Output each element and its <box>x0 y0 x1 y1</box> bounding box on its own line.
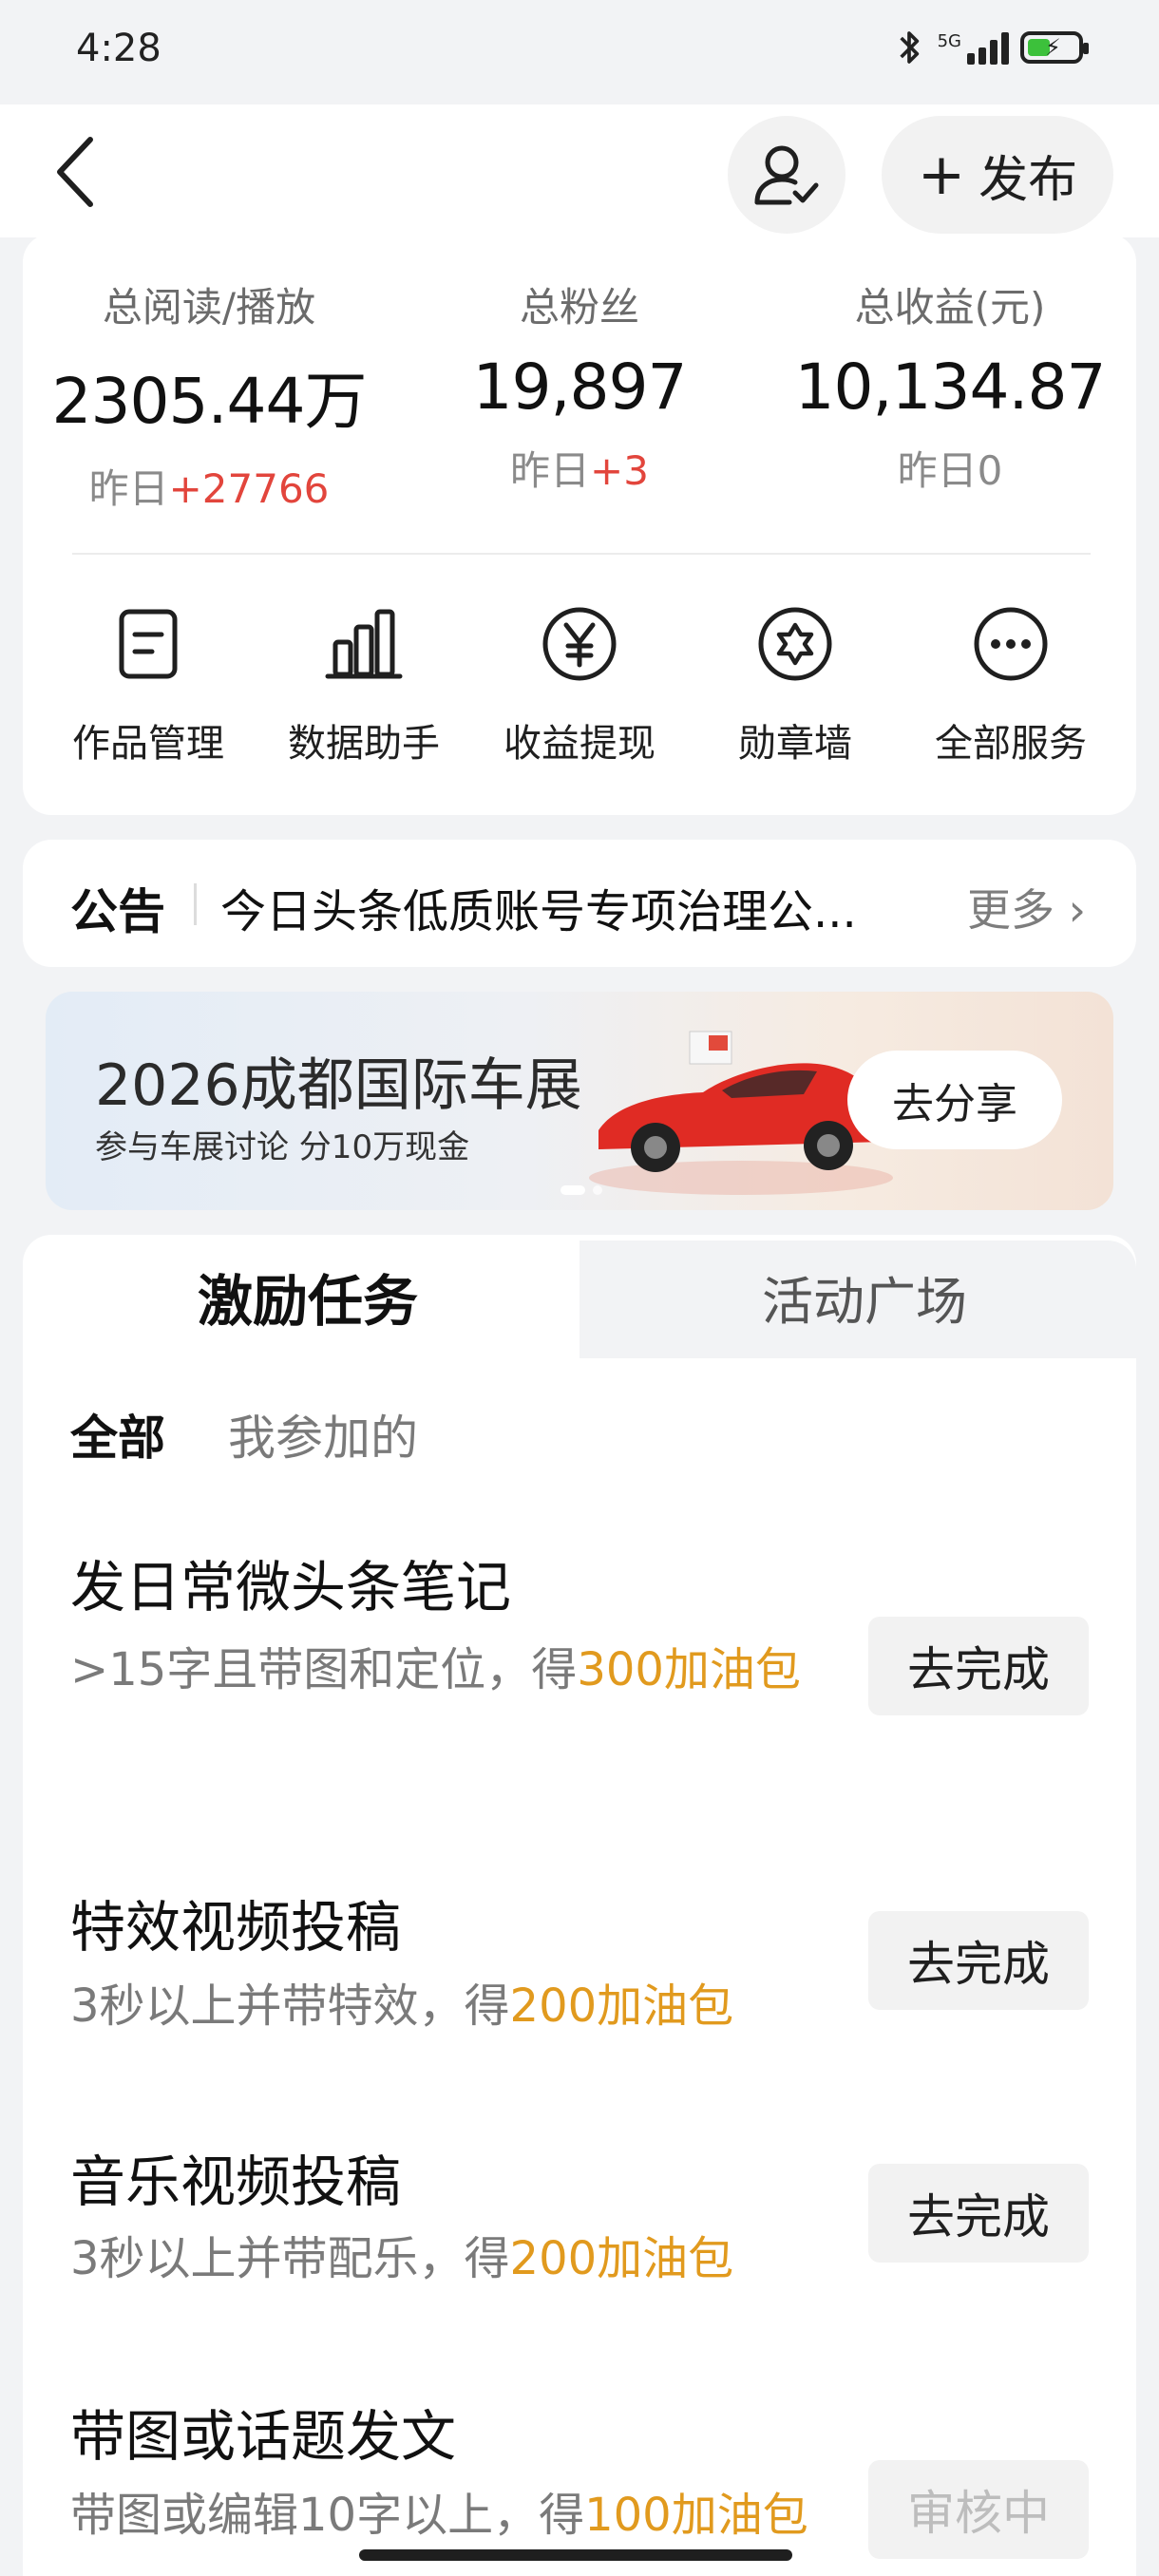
status-icons: 5G ⚡ <box>892 28 1089 66</box>
stat-label: 总阅读/播放 <box>102 284 316 331</box>
task-description: 3秒以上并带特效，得200加油包 <box>70 1979 734 2033</box>
service-all-services[interactable]: 全部服务 <box>916 604 1106 767</box>
announcement-more-link[interactable]: 更多 › <box>967 876 1086 938</box>
filter-joined[interactable]: 我参加的 <box>228 1400 418 1468</box>
stat-label: 总粉丝 <box>519 284 639 331</box>
service-label: 勋章墙 <box>738 722 852 766</box>
stat-value: 19,897 <box>472 350 688 424</box>
document-icon <box>119 609 178 679</box>
service-label: 数据助手 <box>288 722 440 766</box>
publish-button[interactable]: + 发布 <box>882 116 1113 234</box>
announcement-text[interactable]: 今日头条低质账号专项治理公... <box>220 874 952 940</box>
service-data-assistant[interactable]: 数据助手 <box>269 604 459 767</box>
task-title: 发日常微头条笔记 <box>70 1555 512 1619</box>
service-income-withdraw[interactable]: 收益提现 <box>484 604 674 767</box>
share-button[interactable]: 去分享 <box>847 1051 1062 1149</box>
banner-title: 2026成都国际车展 <box>95 1052 582 1119</box>
bar-chart-icon <box>325 609 403 679</box>
stat-delta: 昨日+3 <box>510 447 649 494</box>
task-description: >15字且带图和定位，得300加油包 <box>70 1643 801 1696</box>
announcement-title: 公告 <box>70 884 165 939</box>
network-type: 5G <box>937 30 961 51</box>
filter-all[interactable]: 全部 <box>70 1400 165 1468</box>
service-label: 作品管理 <box>72 722 224 766</box>
bluetooth-icon <box>899 31 919 64</box>
stat-value: 2305.44万 <box>51 365 368 438</box>
task-description: 3秒以上并带配乐，得200加油包 <box>70 2232 734 2285</box>
stat-delta: 昨日0 <box>897 447 1003 494</box>
battery-icon: ⚡ <box>1020 31 1089 64</box>
user-check-icon <box>754 145 819 205</box>
service-label: 收益提现 <box>504 722 656 766</box>
plus-icon: + <box>917 142 966 208</box>
home-indicator[interactable] <box>359 2549 792 2561</box>
badge-star-icon <box>758 607 832 681</box>
tab-activity-plaza[interactable]: 活动广场 <box>627 1235 1102 1358</box>
more-dots-icon <box>974 607 1048 681</box>
task-description: 带图或编辑10字以上，得100加油包 <box>70 2489 808 2542</box>
chevron-left-icon <box>57 137 93 207</box>
tab-incentive-tasks[interactable]: 激励任务 <box>23 1235 593 1358</box>
service-badge-wall[interactable]: 勋章墙 <box>700 604 890 767</box>
task-complete-button[interactable]: 去完成 <box>868 1617 1089 1715</box>
stat-total-reads[interactable]: 总阅读/播放 2305.44万 昨日+27766 <box>38 275 380 515</box>
status-time: 4:28 <box>76 27 162 70</box>
signal-icon <box>967 30 1009 65</box>
yen-icon <box>542 607 617 681</box>
task-complete-button[interactable]: 去完成 <box>868 1911 1089 2010</box>
divider <box>72 553 1091 555</box>
stat-label: 总收益(元) <box>854 284 1046 331</box>
stat-total-income[interactable]: 总收益(元) 10,134.87 昨日0 <box>779 275 1121 497</box>
task-title: 特效视频投稿 <box>70 1895 402 1960</box>
service-label: 全部服务 <box>935 722 1087 766</box>
back-button[interactable] <box>48 129 104 215</box>
stat-total-fans[interactable]: 总粉丝 19,897 昨日+3 <box>408 275 750 497</box>
banner-subtitle: 参与车展讨论 分10万现金 <box>95 1128 470 1166</box>
service-works-management[interactable]: 作品管理 <box>53 604 243 767</box>
stat-value: 10,134.87 <box>794 350 1107 424</box>
publish-label: 发布 <box>978 151 1078 209</box>
chevron-right-icon: › <box>1054 884 1087 936</box>
task-title: 带图或话题发文 <box>70 2404 457 2469</box>
carousel-indicator <box>560 1185 602 1195</box>
task-title: 音乐视频投稿 <box>70 2150 402 2214</box>
task-complete-button[interactable]: 去完成 <box>868 2164 1089 2263</box>
task-reviewing-button[interactable]: 审核中 <box>868 2460 1089 2559</box>
car-image <box>589 1031 893 1195</box>
stat-delta: 昨日+27766 <box>88 465 330 512</box>
divider <box>194 883 197 925</box>
user-follow-button[interactable] <box>728 116 846 234</box>
